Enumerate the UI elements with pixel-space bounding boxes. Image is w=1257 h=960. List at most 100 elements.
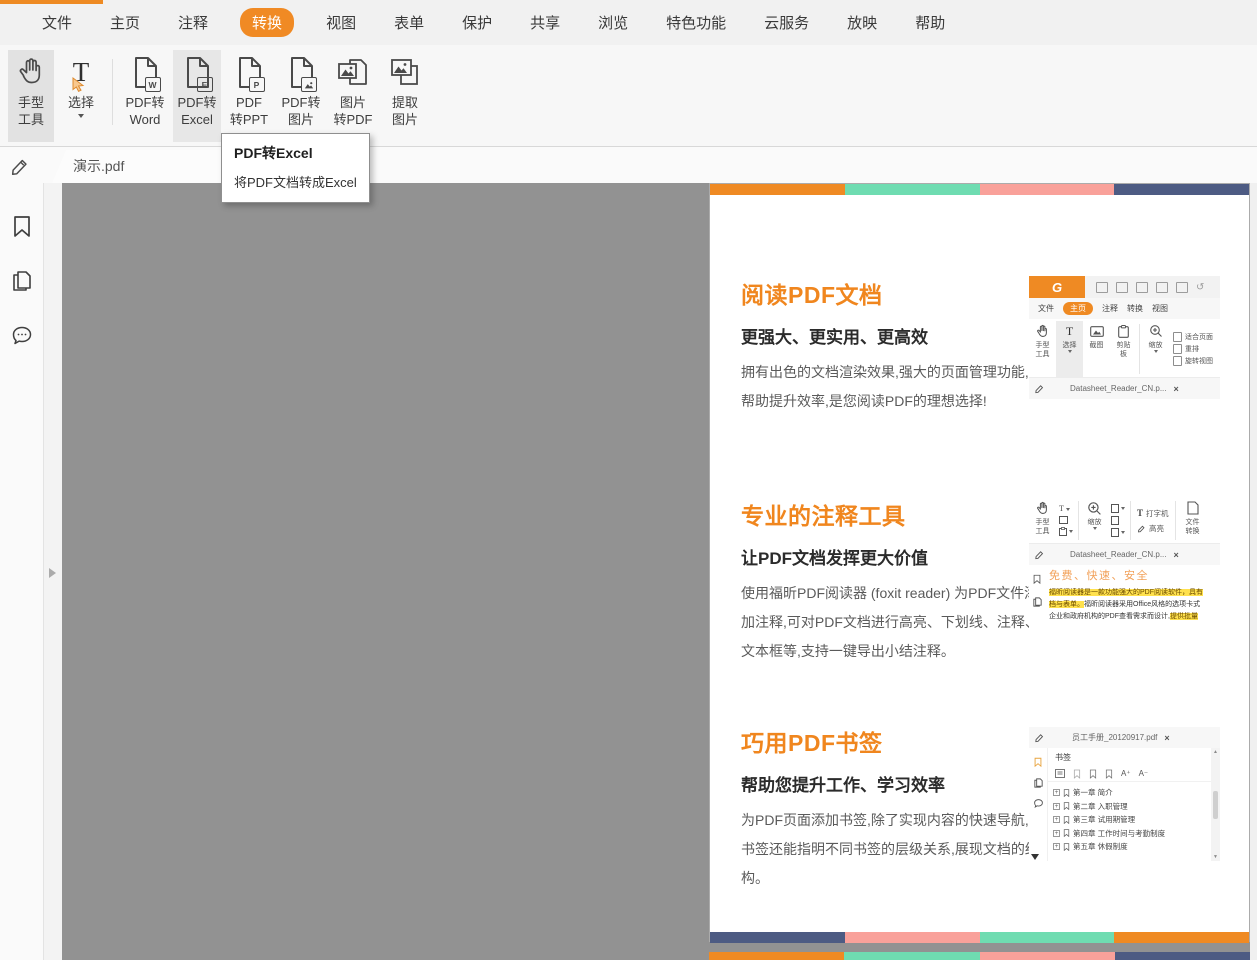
select-text-icon: T <box>73 50 90 94</box>
navigation-sidebar <box>0 183 44 960</box>
hand-icon <box>15 50 47 94</box>
bookmarks-panel-icon[interactable] <box>10 214 34 238</box>
vertical-scrollbar-track[interactable] <box>1250 183 1257 960</box>
menu-form[interactable]: 表单 <box>394 12 424 33</box>
menu-browse[interactable]: 浏览 <box>598 12 628 33</box>
bookmark-item: + 第一章 简介 <box>1053 786 1220 800</box>
section-subheading: 让PDF文档发挥更大价值 <box>741 544 1041 569</box>
pdf-to-ppt-button[interactable]: P PDF 转PPT <box>225 50 273 142</box>
foxit-reader-window: 文件 主页 注释 转换 视图 表单 保护 共享 浏览 特色功能 云服务 放映 帮… <box>0 0 1257 960</box>
mini-select-group: T <box>1059 498 1073 543</box>
mini-zoom-tool: 缩放 <box>1142 321 1169 377</box>
mini-quick-access-toolbar: ↺ <box>1096 282 1204 293</box>
mini-toolbar: 手型 工具 T 选择 截图 剪贴 板 <box>1029 319 1220 378</box>
bookmark-item: + 第二章 入职管理 <box>1053 800 1220 814</box>
select-dropdown-caret <box>78 114 84 118</box>
bookmarks-panel-toolbar: A⁺ A⁻ <box>1048 766 1220 782</box>
mini-doc-heading: 免费、快速、安全 <box>1049 567 1220 583</box>
email-icon <box>1156 282 1168 293</box>
mini-bookmark-icon-active <box>1033 756 1043 768</box>
mini-snapshot-tool: 截图 <box>1083 321 1110 377</box>
section-subheading: 更强大、更实用、更高效 <box>741 323 1041 348</box>
mini-view-options: 适合页面 重排 旋转视图 <box>1173 321 1213 377</box>
mini-comments-icon <box>1033 798 1044 809</box>
pdf-to-image-icon <box>288 50 315 94</box>
mini-menu-home-active: 主页 <box>1063 302 1093 315</box>
bookmark-item: + 第三章 试用期管理 <box>1053 813 1220 827</box>
mini-titlebar: G ↺ <box>1029 276 1220 298</box>
menu-convert-active[interactable]: 转换 <box>240 8 294 37</box>
screenshot-annotation-ui: 手型 工具 T 缩放 <box>1029 496 1220 634</box>
menu-share[interactable]: 共享 <box>530 12 560 33</box>
tooltip-description: 将PDF文档转成Excel <box>234 172 357 191</box>
mini-menu-comment: 注释 <box>1102 303 1118 314</box>
pdf-page-1: 阅读PDF文档 更强大、更实用、更高效 拥有出色的文档渲染效果,强大的页面管理功… <box>709 183 1250 942</box>
mini-hand-tool: 手型 工具 <box>1029 321 1056 377</box>
mini-menubar: 文件 主页 注释 转换 视图 <box>1029 298 1220 319</box>
mini-menu-convert: 转换 <box>1127 303 1143 314</box>
document-tab[interactable]: 演示.pdf <box>52 150 234 183</box>
pdf-to-image-button[interactable]: PDF转 图片 <box>277 50 325 142</box>
mini-tab-row: Datasheet_Reader_CN.p... × <box>1029 544 1220 565</box>
mini-close-icon: × <box>1174 550 1179 560</box>
pdf-to-word-button[interactable]: W PDF转 Word <box>121 50 169 142</box>
menu-help[interactable]: 帮助 <box>915 12 945 33</box>
bookmark-tree: + 第一章 简介 + 第二章 入职管理 + <box>1048 782 1220 854</box>
mini-menu-view: 视图 <box>1152 303 1168 314</box>
mini-menu-file: 文件 <box>1038 303 1054 314</box>
document-canvas: 阅读PDF文档 更强大、更实用、更高效 拥有出色的文档渲染效果,强大的页面管理功… <box>62 183 1250 960</box>
mini-pen-icon <box>1034 383 1045 394</box>
print-icon <box>1136 282 1148 293</box>
prev-bookmark-icon <box>1105 769 1113 779</box>
section-body: 使用福昕PDF阅读器 (foxit reader) 为PDF文件添加注释,可对P… <box>741 579 1041 666</box>
mini-pages-icon <box>1032 596 1043 608</box>
fit-page-icon <box>1173 332 1182 342</box>
bookmark-item: + 第五章 休假制度 <box>1053 840 1220 854</box>
section-subheading: 帮助您提升工作、学习效率 <box>741 771 1041 796</box>
menu-comment[interactable]: 注释 <box>178 12 208 33</box>
pdf-to-excel-icon: E <box>184 50 211 94</box>
convert-ribbon: 手型 工具 T 选择 W PDF转 Word E PDF转 <box>0 45 1257 147</box>
menu-view[interactable]: 视图 <box>326 12 356 33</box>
hand-tool-button[interactable]: 手型 工具 <box>8 50 54 142</box>
mini-pen-icon <box>1034 549 1045 560</box>
menu-file[interactable]: 文件 <box>42 12 72 33</box>
pdf-to-ppt-icon: P <box>236 50 263 94</box>
section-bookmarks: 巧用PDF书签 帮助您提升工作、学习效率 为PDF页面添加书签,除了实现内容的快… <box>741 724 1041 893</box>
next-bookmark-icon <box>1089 769 1097 779</box>
extract-image-button[interactable]: 提取 图片 <box>381 50 429 142</box>
panel-collapse-handle[interactable] <box>49 568 56 578</box>
mini-page-group <box>1111 498 1125 543</box>
new-doc-icon <box>1176 282 1188 293</box>
highlighter-pen-icon[interactable] <box>9 155 31 177</box>
menu-present[interactable]: 放映 <box>847 12 877 33</box>
main-menubar: 文件 主页 注释 转换 视图 表单 保护 共享 浏览 特色功能 云服务 放映 帮… <box>0 0 1257 45</box>
screenshot-bookmarks-ui: 员工手册_20120917.pdf × 书签 <box>1029 727 1220 861</box>
window-accent-bar <box>0 0 103 4</box>
document-tabbar: 演示.pdf <box>0 147 1257 183</box>
menu-home[interactable]: 主页 <box>110 12 140 33</box>
menu-cloud[interactable]: 云服务 <box>764 12 809 33</box>
pdf-to-excel-button[interactable]: E PDF转 Excel <box>173 50 221 142</box>
pages-panel-icon[interactable] <box>10 269 34 293</box>
mini-file-convert: 文件 转换 <box>1178 498 1208 543</box>
menu-protect[interactable]: 保护 <box>462 12 492 33</box>
mini-tab-row: Datasheet_Reader_CN.p... × <box>1029 378 1220 399</box>
mini-tab-label: Datasheet_Reader_CN.p... <box>1070 384 1167 393</box>
typewriter-icon: T <box>1137 508 1143 518</box>
pdf-to-word-icon: W <box>132 50 159 94</box>
comments-panel-icon[interactable] <box>10 324 34 348</box>
section-annotation-tools: 专业的注释工具 让PDF文档发挥更大价值 使用福昕PDF阅读器 (foxit r… <box>741 497 1041 666</box>
mini-pen-icon <box>1034 732 1045 743</box>
extract-image-icon <box>388 50 422 94</box>
add-bookmark-icon <box>1073 769 1081 779</box>
menu-features[interactable]: 特色功能 <box>666 12 726 33</box>
section-body: 为PDF页面添加书签,除了实现内容的快速导航,书签还能指明不同书签的层级关系,展… <box>741 806 1041 893</box>
bookmarks-panel-title: 书签 <box>1048 748 1220 766</box>
section-heading: 专业的注释工具 <box>741 497 1041 531</box>
image-to-pdf-button[interactable]: 图片 转PDF <box>329 50 377 142</box>
select-tool-button[interactable]: T 选择 <box>58 50 104 142</box>
tooltip-title: PDF转Excel <box>234 143 357 163</box>
scroll-down-icon: ▼ <box>1213 854 1218 860</box>
mini-bookmark-icon <box>1032 573 1042 585</box>
